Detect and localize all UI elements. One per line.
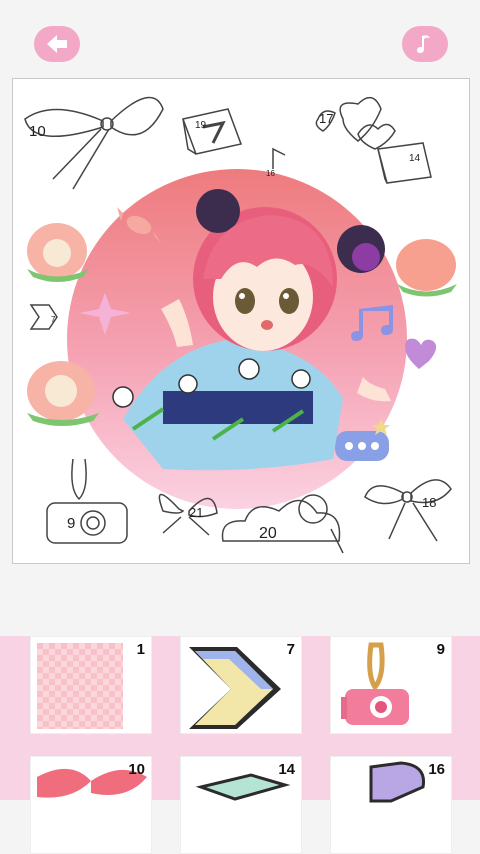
peach-right — [396, 239, 457, 297]
peach-left-top — [27, 223, 89, 282]
swatch-number: 14 — [278, 761, 295, 778]
heart-purple — [405, 338, 437, 369]
coloring-canvas[interactable]: 10 19 17 16 14 7 9 21 20 18 — [12, 78, 470, 564]
region-number: 7 — [51, 315, 56, 324]
chevron-swatch-icon — [189, 647, 281, 729]
camera-outline — [46, 458, 128, 544]
cube-outline-2 — [377, 142, 432, 184]
swatch-number: 7 — [286, 641, 295, 658]
swatch-number: 16 — [428, 761, 445, 778]
region-number: 14 — [409, 153, 421, 164]
cube-outline — [181, 108, 243, 155]
region-number: 17 — [319, 111, 334, 126]
swatch-number: 1 — [136, 641, 145, 658]
color-palette: 1 7 9 10 14 16 — [0, 636, 480, 854]
camera-swatch-icon — [341, 642, 409, 725]
region-number: 21 — [189, 505, 204, 520]
palette-swatch-10[interactable]: 10 — [30, 756, 152, 854]
swatch-number: 9 — [436, 641, 445, 658]
music-button[interactable] — [402, 26, 448, 62]
palette-swatch-1[interactable]: 1 — [30, 636, 152, 734]
region-number: 9 — [67, 515, 76, 532]
swatch-number: 10 — [128, 761, 145, 778]
arrow-left-icon — [47, 35, 67, 53]
palette-swatch-9[interactable]: 9 — [330, 636, 452, 734]
pink-checker-swatch-icon — [37, 643, 123, 729]
region-number: 20 — [259, 525, 277, 542]
bow-outline — [24, 96, 164, 190]
region-number: 16 — [266, 169, 275, 178]
region-number: 18 — [422, 495, 437, 510]
palette-swatch-7[interactable]: 7 — [180, 636, 302, 734]
bow-outline-3 — [364, 479, 452, 542]
region-number: 19 — [195, 120, 207, 131]
palette-swatch-16[interactable]: 16 — [330, 756, 452, 854]
coloring-artwork — [24, 96, 457, 554]
back-button[interactable] — [34, 26, 80, 62]
music-note-icon — [417, 35, 430, 53]
palette-swatch-14[interactable]: 14 — [180, 756, 302, 854]
region-number: 10 — [29, 123, 46, 140]
note-outline — [272, 147, 286, 169]
